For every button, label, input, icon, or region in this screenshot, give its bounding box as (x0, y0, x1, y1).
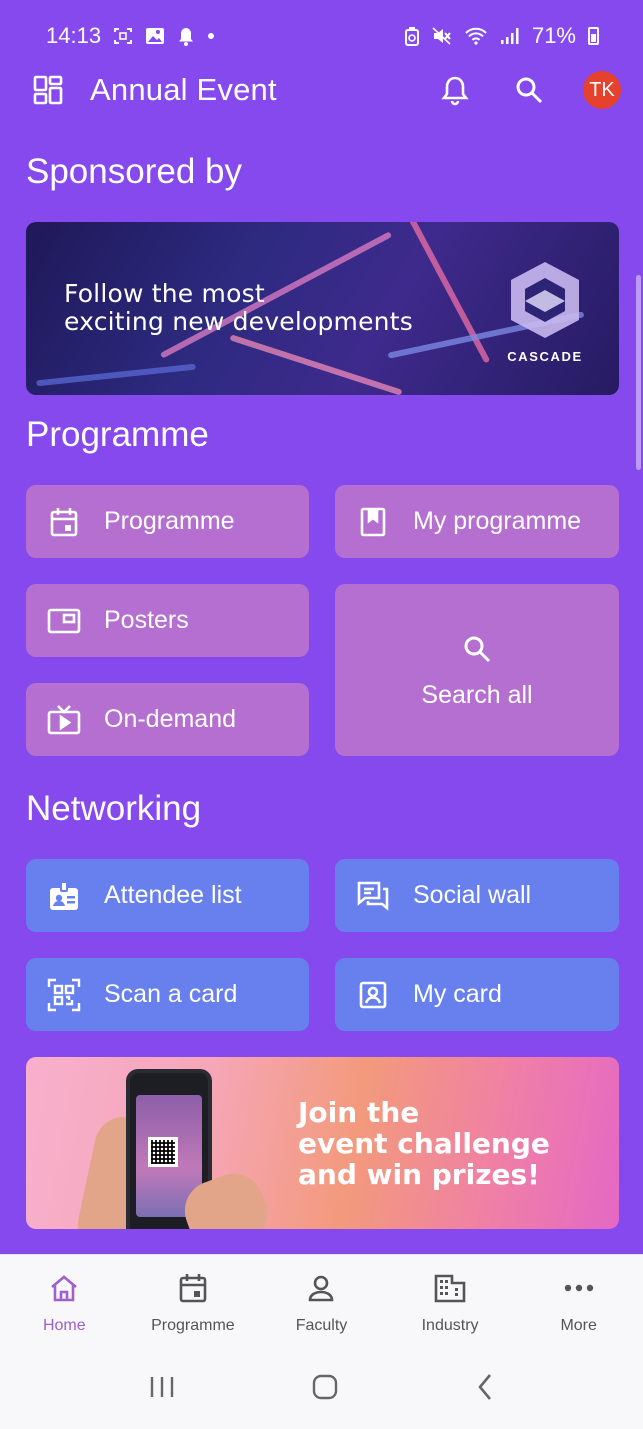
sponsor-banner[interactable]: Follow the most exciting new development… (26, 222, 619, 395)
battery-icon (588, 27, 599, 45)
app-bar: Annual Event TK (0, 58, 643, 122)
recent-apps-icon[interactable] (149, 1375, 175, 1404)
battery-percent: 71% (531, 23, 576, 48)
search-all-tile[interactable]: Search all (335, 584, 619, 756)
calendar-icon (176, 1271, 210, 1305)
my-programme-tile[interactable]: My programme (335, 485, 619, 558)
bell-icon[interactable] (435, 70, 475, 110)
qr-code-icon (148, 1137, 178, 1167)
back-icon[interactable] (476, 1373, 494, 1406)
cascade-logo: CASCADE (505, 260, 585, 364)
nav-item-more[interactable]: More (514, 1255, 643, 1349)
posters-tile[interactable]: Posters (26, 584, 309, 657)
home-button-icon[interactable] (312, 1374, 338, 1405)
nav-item-faculty[interactable]: Faculty (257, 1255, 386, 1349)
challenge-text-line1: Join the (298, 1096, 420, 1129)
my-card-tile-label: My card (413, 980, 502, 1008)
scrollbar[interactable] (636, 275, 641, 470)
programme-tile-label: Programme (104, 507, 235, 535)
section-title-programme: Programme (26, 415, 209, 454)
sponsor-text-line2: exciting new developments (64, 307, 413, 336)
programme-tile[interactable]: Programme (26, 485, 309, 558)
my-programme-tile-label: My programme (413, 507, 582, 535)
nav-label-faculty: Faculty (295, 1317, 348, 1334)
bookmark-icon (355, 504, 391, 540)
avatar[interactable]: TK (583, 71, 621, 109)
nav-label-programme: Programme (151, 1317, 235, 1334)
person-icon (304, 1271, 338, 1305)
nav-item-industry[interactable]: Industry (386, 1255, 515, 1349)
scan-card-tile-label: Scan a card (104, 980, 238, 1008)
badge-icon (46, 878, 82, 914)
chat-icon (355, 878, 391, 914)
search-all-tile-label: Search all (421, 680, 533, 709)
challenge-text: Join the event challenge and win prizes! (298, 1097, 550, 1190)
notification-bell-icon (177, 27, 195, 46)
scan-card-tile[interactable]: Scan a card (26, 958, 309, 1031)
sponsor-text-line1: Follow the most (64, 279, 265, 308)
more-dots-icon (562, 1271, 596, 1305)
attendee-list-tile-label: Attendee list (104, 881, 242, 909)
dot-icon (207, 32, 215, 40)
bottom-nav: Home Programme Faculty Industry More (0, 1254, 643, 1349)
tv-icon (46, 702, 82, 738)
poster-icon (46, 603, 82, 639)
nav-item-programme[interactable]: Programme (129, 1255, 258, 1349)
cascade-logo-text: CASCADE (507, 349, 583, 364)
challenge-text-line3: and win prizes! (298, 1158, 540, 1191)
wifi-icon (464, 27, 488, 45)
posters-tile-label: Posters (104, 606, 189, 634)
challenge-banner[interactable]: Join the event challenge and win prizes! (26, 1057, 619, 1229)
nav-label-home: Home (42, 1317, 86, 1334)
on-demand-tile-label: On-demand (104, 705, 237, 733)
gallery-icon (145, 27, 165, 45)
home-icon (47, 1271, 81, 1305)
section-title-sponsored: Sponsored by (26, 152, 242, 191)
page-title: Annual Event (90, 72, 277, 107)
building-icon (433, 1271, 467, 1305)
data-saver-icon (404, 26, 420, 46)
my-card-tile[interactable]: My card (335, 958, 619, 1031)
challenge-text-line2: event challenge (298, 1127, 550, 1160)
sponsor-text: Follow the most exciting new development… (64, 280, 413, 336)
nav-label-industry: Industry (421, 1317, 479, 1334)
system-nav-bar (0, 1349, 643, 1429)
calendar-icon (46, 504, 82, 540)
contact-card-icon (355, 977, 391, 1013)
nav-label-more: More (560, 1317, 597, 1334)
social-wall-tile[interactable]: Social wall (335, 859, 619, 932)
search-icon (459, 631, 495, 667)
qr-scan-icon (46, 977, 82, 1013)
status-time: 14:13 (46, 23, 102, 48)
section-title-networking: Networking (26, 789, 202, 828)
signal-icon (500, 27, 520, 45)
screenshot-icon (113, 27, 133, 45)
attendee-list-tile[interactable]: Attendee list (26, 859, 309, 932)
dashboard-icon[interactable] (28, 70, 68, 110)
search-icon[interactable] (509, 70, 549, 110)
mute-icon (432, 27, 452, 45)
social-wall-tile-label: Social wall (413, 881, 532, 909)
on-demand-tile[interactable]: On-demand (26, 683, 309, 756)
nav-item-home[interactable]: Home (0, 1255, 129, 1349)
